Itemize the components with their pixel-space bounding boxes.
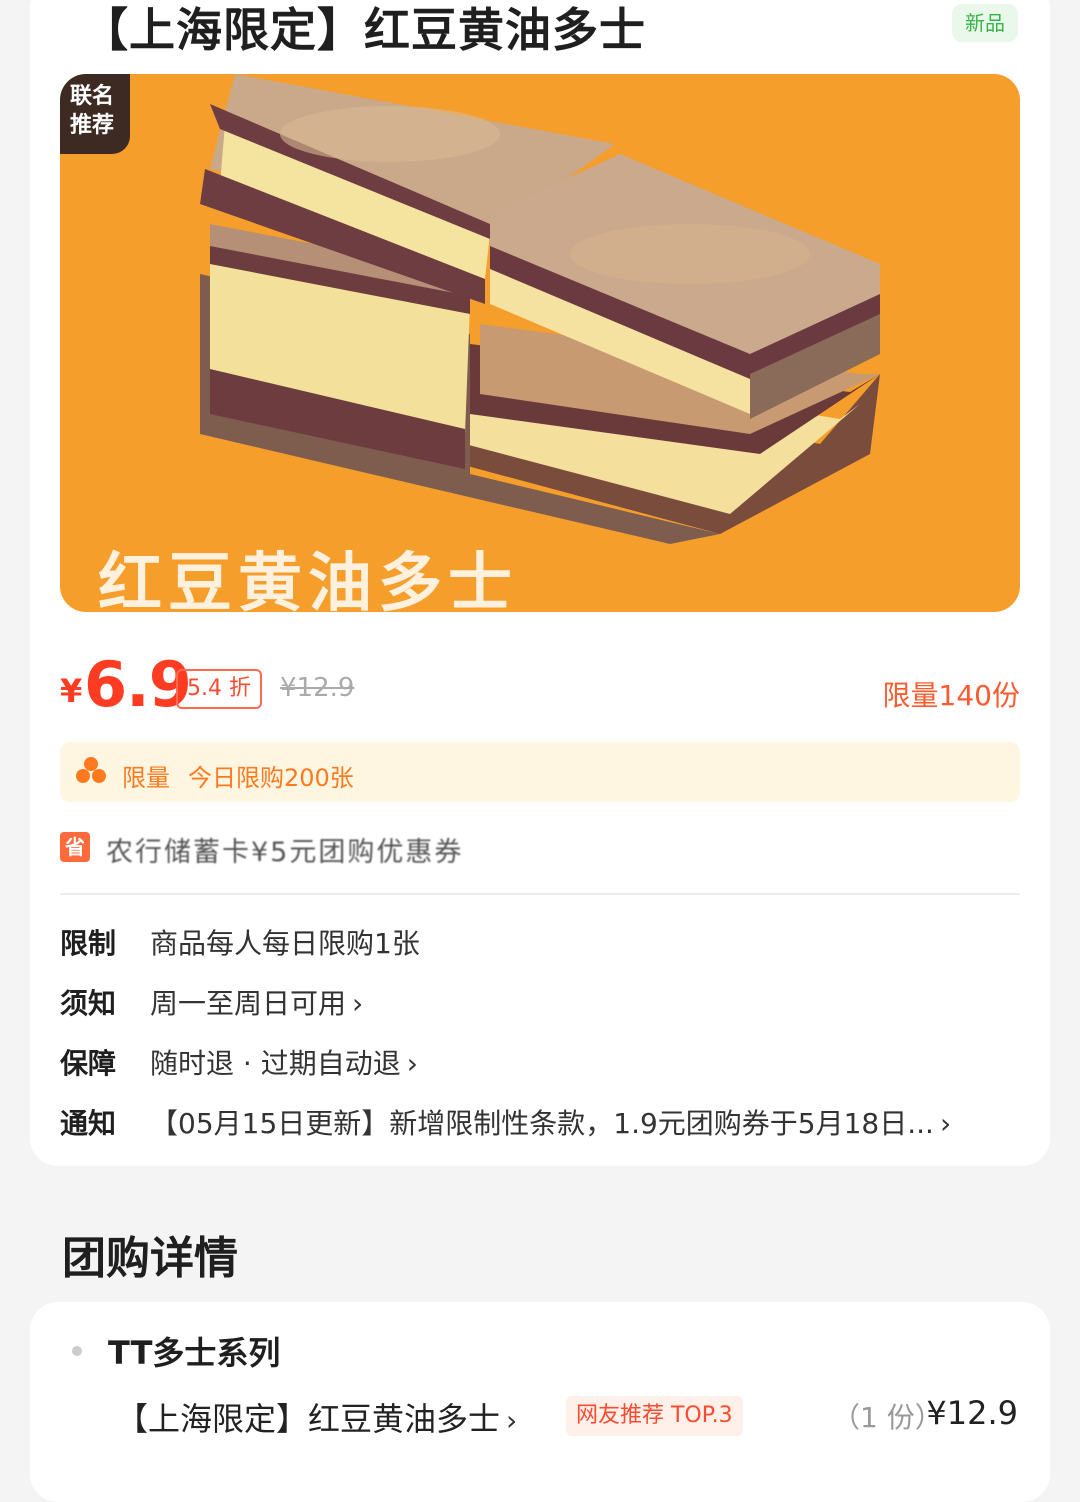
info-key: 须知 (60, 987, 117, 1020)
package-item-name: 【上海限定】红豆黄油多士 (116, 1400, 501, 1438)
discount-badge: 5.4 折 (176, 669, 262, 709)
clover-icon (76, 757, 106, 783)
current-price: 6.9 (84, 648, 192, 721)
collab-tag: 联名 推荐 (60, 74, 130, 154)
info-value: 随时退 · 过期自动退 › (150, 1047, 418, 1080)
series-name: TT多士系列 (108, 1334, 281, 1372)
bullet-dot (72, 1346, 82, 1356)
info-row-notice[interactable]: 须知 周一至周日可用 › (60, 982, 1020, 1026)
promo-label: 限量 (122, 764, 170, 792)
chevron-right-icon: › (939, 1107, 952, 1140)
chevron-right-icon: › (506, 1404, 518, 1437)
price-currency: ¥ (60, 672, 83, 710)
limited-quantity: 限量140份 (882, 679, 1020, 712)
promo-bar[interactable]: 限量 今日限购200张 (60, 742, 1020, 802)
chevron-right-icon: › (352, 987, 364, 1020)
info-key: 限制 (60, 927, 117, 960)
ranking-tag: 网友推荐 TOP.3 (566, 1396, 743, 1436)
collab-tag-line2: 推荐 (70, 113, 115, 138)
new-badge: 新品 (952, 4, 1018, 42)
info-key: 通知 (60, 1107, 117, 1140)
save-icon: 省 (60, 832, 90, 862)
product-title: 【上海限定】红豆黄油多士 (82, 3, 646, 57)
promo-text: 今日限购200张 (188, 764, 354, 792)
product-image[interactable]: 联名 推荐 红豆黄油多士 (60, 74, 1020, 612)
hero-caption: 红豆黄油多士 (98, 547, 518, 612)
chevron-right-icon: › (406, 1047, 418, 1080)
collab-tag-line1: 联名 (70, 84, 115, 109)
item-price: ¥12.9 (926, 1394, 1018, 1432)
info-value: 【05月15日更新】新增限制性条款，1.9元团购券于5月18日... › (150, 1107, 952, 1140)
coupon-text: 农行储蓄卡¥5元团购优惠券 (106, 837, 464, 868)
package-item[interactable]: 【上海限定】红豆黄油多士 › (116, 1394, 517, 1440)
info-row-limit: 限制 商品每人每日限购1张 (60, 922, 1020, 966)
info-row-announcement[interactable]: 通知 【05月15日更新】新增限制性条款，1.9元团购券于5月18日... › (60, 1102, 1020, 1146)
divider (60, 893, 1020, 895)
info-value: 周一至周日可用 › (150, 987, 364, 1020)
info-value: 商品每人每日限购1张 (150, 927, 420, 960)
original-price: ¥12.9 (280, 673, 355, 703)
coupon-row[interactable]: 省 农行储蓄卡¥5元团购优惠券 (60, 828, 1020, 868)
section-title: 团购详情 (62, 1233, 238, 1284)
info-row-guarantee[interactable]: 保障 随时退 · 过期自动退 › (60, 1042, 1020, 1086)
price-row: ¥ 6.9 5.4 折 ¥12.9 限量140份 (60, 648, 1020, 721)
info-key: 保障 (60, 1047, 117, 1080)
